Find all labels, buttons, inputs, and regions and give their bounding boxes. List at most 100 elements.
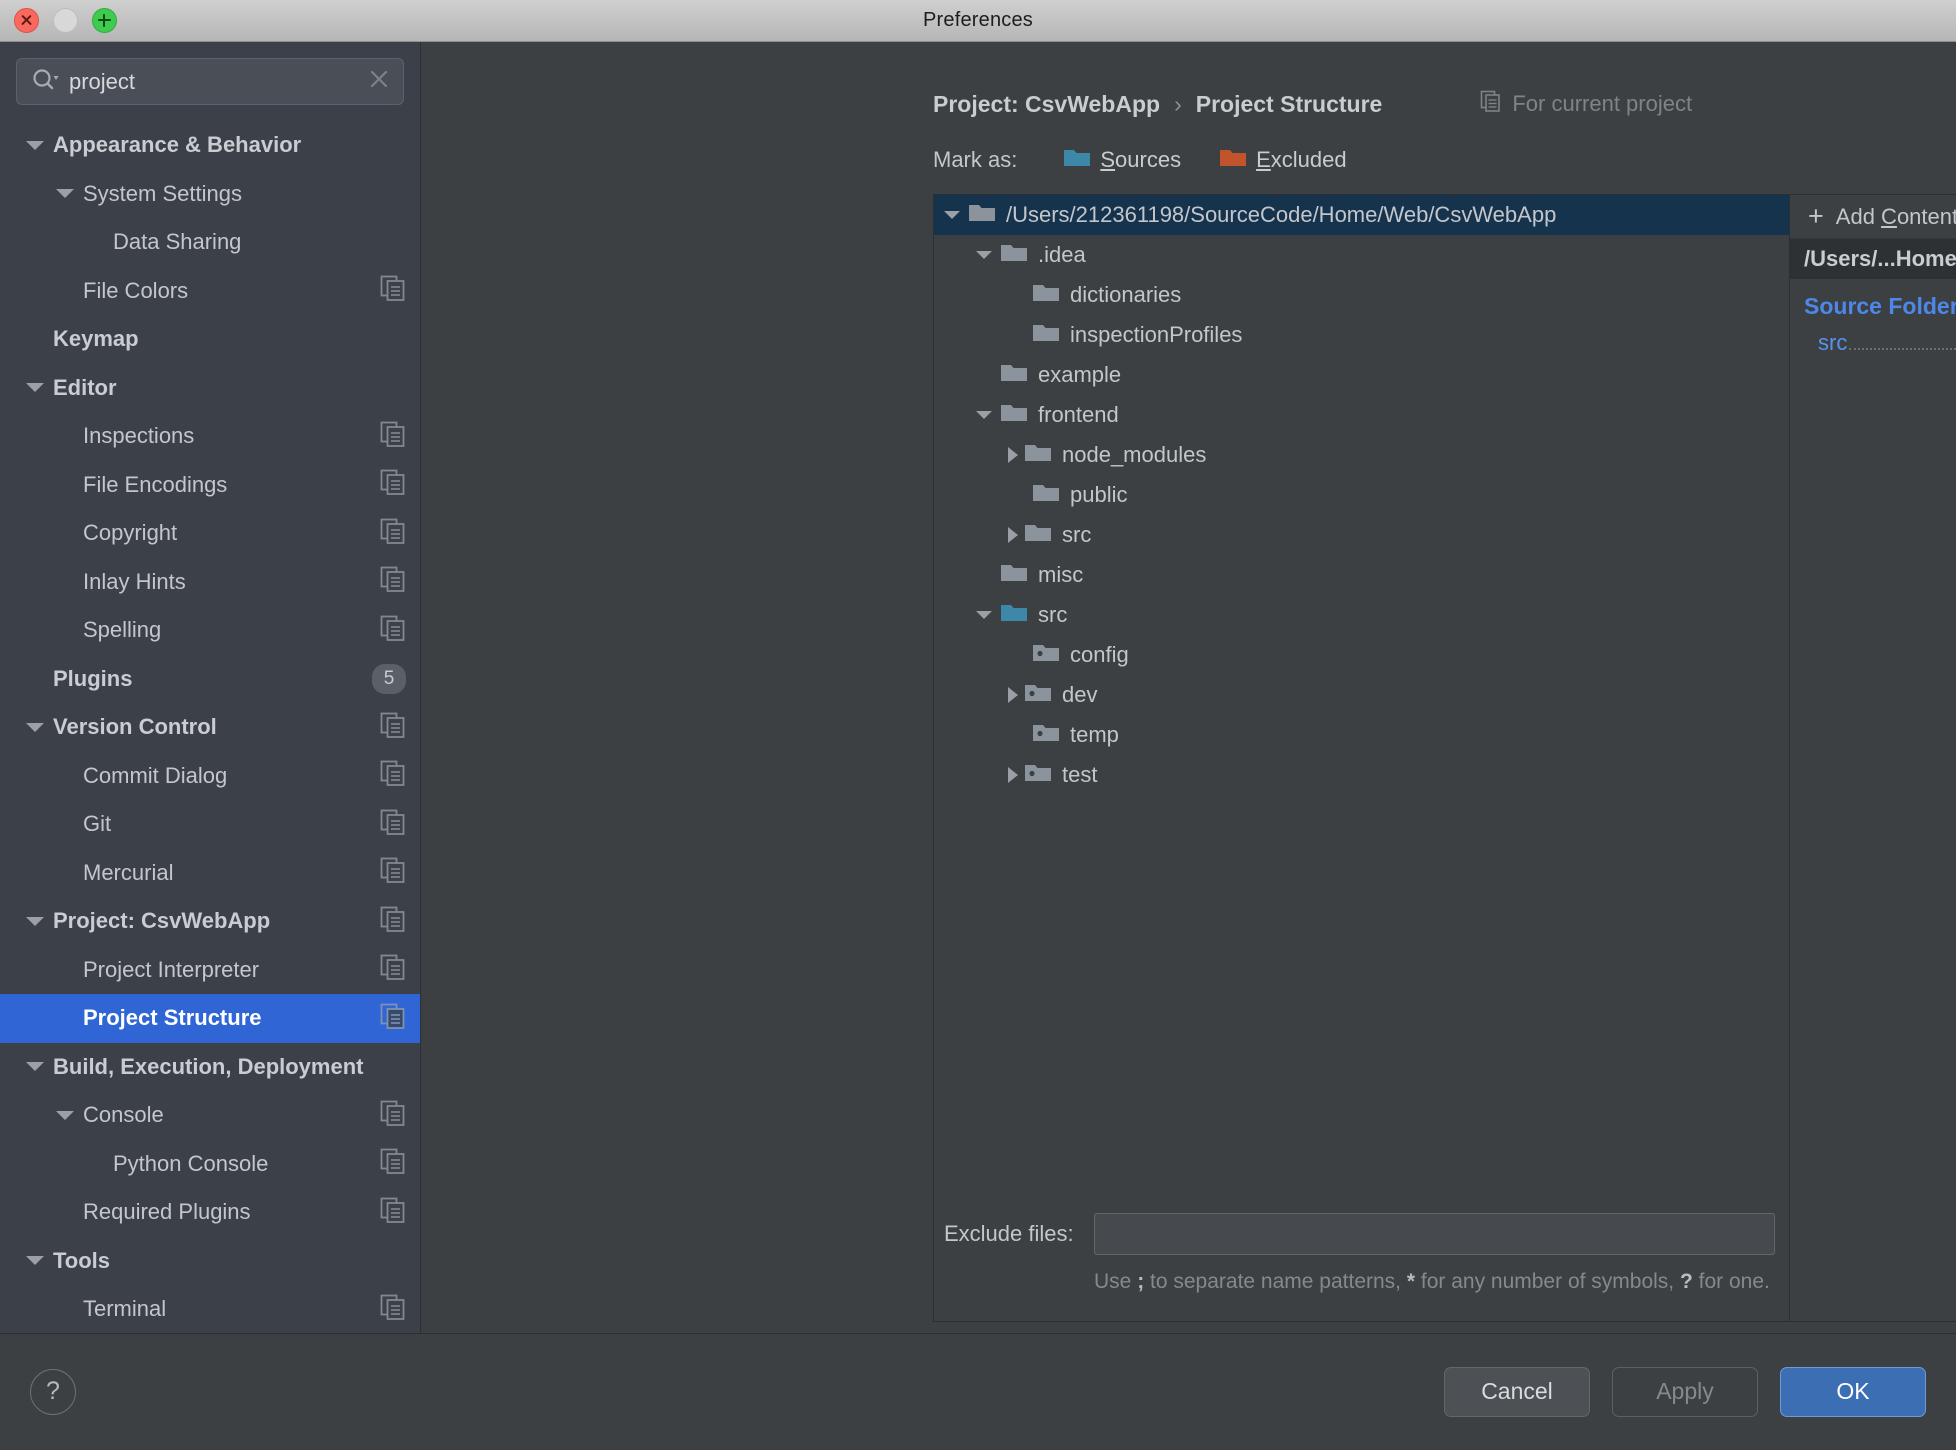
breadcrumb-project[interactable]: Project: CsvWebApp [933,91,1160,118]
chevron-down-icon[interactable] [26,722,44,732]
window-title: Preferences [922,9,1034,31]
mark-as-excluded-button[interactable]: Excluded [1219,146,1347,174]
sidebar-item-data-sharing[interactable]: Data Sharing [0,218,420,267]
sidebar-item-label: Appearance & Behavior [53,132,302,158]
exclude-files-input[interactable] [1094,1213,1775,1256]
sidebar-item-label: Mercurial [83,859,174,885]
file-tree-row[interactable]: public [934,475,1789,515]
copy-settings-icon [380,712,406,743]
sidebar-item-file-colors[interactable]: File Colors [0,267,420,316]
sidebar-item-plugins[interactable]: Plugins 5 [0,655,420,704]
search-box[interactable] [16,58,404,105]
sidebar-item-label: Terminal [83,1296,167,1322]
copy-settings-icon [380,1003,406,1034]
sidebar-item-git[interactable]: Git [0,800,420,849]
content-root-row[interactable]: /Users/...Home/Web/CsvWebApp × [1790,239,1956,279]
file-tree-row[interactable]: inspectionProfiles [934,315,1789,355]
copy-settings-icon [380,1100,406,1131]
file-tree-row[interactable]: /Users/212361198/SourceCode/Home/Web/Csv… [934,195,1789,235]
source-folder-row[interactable]: src× [1818,330,1956,356]
folder-icon [1032,481,1060,509]
sidebar-item-version-control[interactable]: Version Control [0,703,420,752]
copy-settings-icon [380,469,406,500]
sidebar-item-appearance-behavior[interactable]: Appearance & Behavior [0,121,420,170]
mark-as-toolbar: Mark as: Sources Excluded [933,146,1956,174]
sidebar-item-tools[interactable]: Tools [0,1237,420,1286]
clear-search-icon[interactable] [367,67,391,96]
file-tree-row[interactable]: src [934,515,1789,555]
ok-button[interactable]: OK [1780,1366,1926,1417]
sidebar-item-commit-dialog[interactable]: Commit Dialog [0,752,420,801]
apply-button[interactable]: Apply [1612,1366,1758,1417]
sidebar-item-spelling[interactable]: Spelling [0,606,420,655]
sidebar-item-label: Commit Dialog [83,762,228,788]
sidebar-item-label: Git [83,811,112,837]
chevron-down-icon[interactable] [26,140,44,150]
file-tree-row[interactable]: frontend [934,395,1789,435]
sidebar-item-python-console[interactable]: Python Console [0,1140,420,1189]
copy-settings-icon [380,760,406,791]
add-content-root-button[interactable]: + Add Content Root [1790,195,1956,239]
file-tree-row[interactable]: test [934,755,1789,795]
help-button[interactable]: ? [30,1368,76,1415]
breadcrumb-page: Project Structure [1195,91,1383,117]
cancel-button[interactable]: Cancel [1444,1366,1590,1417]
chevron-down-icon[interactable] [56,189,74,199]
file-tree-row-label: node_modules [1062,442,1207,467]
chevron-right-icon[interactable] [1008,527,1018,543]
sidebar-item-mercurial[interactable]: Mercurial [0,849,420,898]
chevron-down-icon[interactable] [26,1256,44,1266]
copy-settings-icon [380,954,406,985]
file-tree-row[interactable]: node_modules [934,435,1789,475]
chevron-down-icon[interactable] [56,1110,74,1120]
sidebar-item-label: Spelling [83,617,162,643]
mark-as-sources-button[interactable]: Sources [1063,146,1181,174]
sidebar-item-project-interpreter[interactable]: Project Interpreter [0,946,420,995]
sidebar-item-project-structure[interactable]: Project Structure [0,994,420,1043]
sidebar-item-system-settings[interactable]: System Settings [0,170,420,219]
project-structure-panes: /Users/212361198/SourceCode/Home/Web/Csv… [933,194,1956,1322]
file-tree-row[interactable]: temp [934,715,1789,755]
file-tree-row[interactable]: misc [934,555,1789,595]
chevron-down-icon[interactable] [976,611,992,619]
traffic-lights [14,8,117,33]
exclude-hint-part: * [1406,1270,1416,1294]
sidebar-item-project-csvwebapp[interactable]: Project: CsvWebApp [0,897,420,946]
sidebar-item-editor[interactable]: Editor [0,364,420,413]
file-tree-row[interactable]: dictionaries [934,275,1789,315]
file-tree-row[interactable]: config [934,635,1789,675]
folder-icon [968,201,996,229]
package-folder-icon [1032,641,1060,669]
zoom-window-button[interactable] [92,8,117,33]
chevron-down-icon[interactable] [26,1062,44,1072]
chevron-down-icon[interactable] [976,411,992,419]
chevron-right-icon[interactable] [1008,767,1018,783]
close-window-button[interactable] [14,8,39,33]
search-input[interactable] [69,68,357,95]
sidebar-item-copyright[interactable]: Copyright [0,509,420,558]
file-tree-row-label: misc [1038,562,1084,587]
chevron-down-icon[interactable] [26,383,44,393]
sources-rest: ources [1115,147,1182,172]
chevron-right-icon[interactable] [1008,687,1018,703]
excluded-mnemonic: E [1256,147,1271,172]
chevron-right-icon[interactable] [1008,447,1018,463]
sidebar-item-keymap[interactable]: Keymap [0,315,420,364]
chevron-down-icon[interactable] [944,211,960,219]
file-tree-row[interactable]: dev [934,675,1789,715]
file-tree-row[interactable]: .idea [934,235,1789,275]
sidebar-item-build-execution-deployment[interactable]: Build, Execution, Deployment [0,1043,420,1092]
file-tree-row[interactable]: example [934,355,1789,395]
chevron-down-icon[interactable] [976,251,992,259]
chevron-down-icon[interactable] [26,916,44,926]
sidebar-item-file-encodings[interactable]: File Encodings [0,461,420,510]
sidebar-item-required-plugins[interactable]: Required Plugins [0,1188,420,1237]
file-tree-row[interactable]: src [934,595,1789,635]
sidebar-item-inspections[interactable]: Inspections [0,412,420,461]
sidebar-item-label: File Colors [83,277,189,303]
sidebar-item-terminal[interactable]: Terminal [0,1285,420,1333]
sidebar-item-inlay-hints[interactable]: Inlay Hints [0,558,420,607]
sidebar-item-console[interactable]: Console [0,1091,420,1140]
file-tree-row-label: example [1038,362,1122,387]
minimize-window-button[interactable] [53,8,78,33]
